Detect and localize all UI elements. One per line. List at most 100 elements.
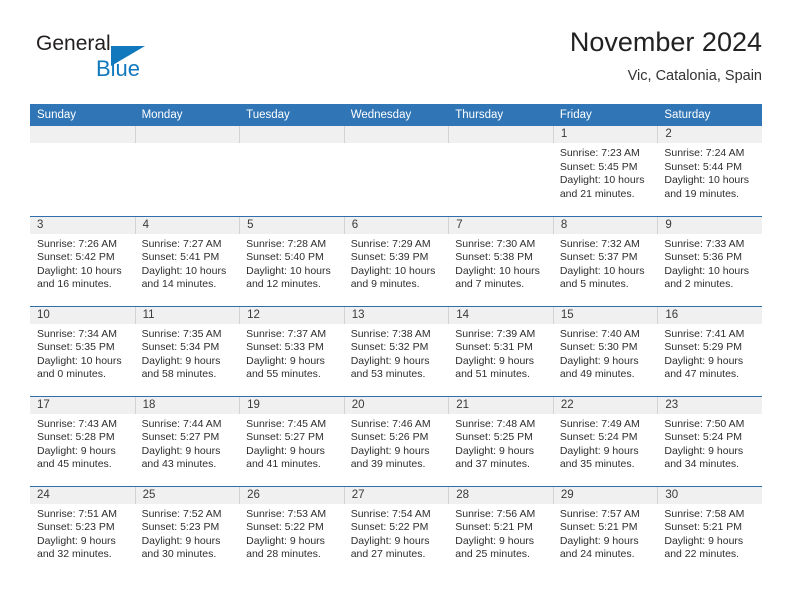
calendar-day-cell[interactable]: 4 Sunrise: 7:27 AM Sunset: 5:41 PM Daylight…: [134, 215, 240, 306]
calendar-day-cell[interactable]: 24 Sunrise: 7:51 AM Sunset: 5:23 PM Dayligh…: [30, 485, 135, 576]
title-block: November 2024 Vic, Catalonia, Spain: [570, 26, 762, 87]
sunrise-text: Sunrise: 7:23 AM: [559, 147, 640, 159]
calendar-day-cell[interactable]: 23 Sunrise: 7:50 AM Sunset: 5:24 PM Dayligh…: [657, 395, 762, 486]
day-number: 15: [552, 306, 658, 324]
day-number: 26: [239, 486, 344, 504]
sunrise-text: Sunrise: 7:45 AM: [246, 417, 327, 430]
day-number: 2: [657, 126, 762, 143]
day-number: 17: [30, 396, 135, 414]
weekday-header-tuesday: Tuesday: [239, 104, 344, 126]
daylight-text-line1: Daylight: 9 hours: [559, 354, 639, 367]
calendar-header-row: Sunday Monday Tuesday Wednesday Thursday Frid…: [30, 104, 762, 126]
daylight-text-line1: Daylight: 10 hours: [246, 264, 331, 277]
day-number: 30: [657, 486, 762, 504]
sunset-text: Sunset: 5:38 PM: [455, 251, 533, 264]
daylight-text-line1: Daylight: 9 hours: [664, 354, 744, 367]
sunrise-text: Sunrise: 7:30 AM: [455, 237, 536, 250]
sunrise-text: Sunrise: 7:51 AM: [37, 507, 117, 520]
day-number: 11: [134, 306, 240, 324]
daylight-text-line1: Daylight: 9 hours: [664, 444, 744, 457]
sunrise-text: Sunrise: 7:33 AM: [664, 237, 745, 250]
calendar-day-cell[interactable]: 21 Sunrise: 7:48 AM Sunset: 5:25 PM Dayligh…: [448, 395, 553, 486]
sunrise-text: Sunrise: 7:39 AM: [455, 327, 536, 340]
day-number: 10: [30, 306, 135, 324]
sunset-text: Sunset: 5:44 PM: [664, 160, 743, 173]
calendar-day-cell[interactable]: 5 Sunrise: 7:28 AM Sunset: 5:40 PM Daylight…: [239, 215, 344, 306]
calendar-day-cell[interactable]: 2 Sunrise: 7:24 AM Sunset: 5:44 PM Daylight…: [657, 126, 762, 216]
sunset-text: Sunset: 5:30 PM: [559, 341, 638, 354]
day-sun-info: Sunrise: 7:44 AM Sunset: 5:27 PM Daylight:…: [135, 414, 240, 472]
calendar-day-cell[interactable]: 10 Sunrise: 7:34 AM Sunset: 5:35 PM Dayligh…: [30, 305, 135, 396]
brand-logo[interactable]: General Blue: [36, 32, 206, 90]
calendar-day-cell[interactable]: 26 Sunrise: 7:53 AM Sunset: 5:22 PM Dayligh…: [239, 485, 344, 576]
daylight-text-line2: and 24 minutes.: [559, 548, 635, 561]
day-number: 7: [448, 216, 553, 234]
calendar-day-cell[interactable]: 9 Sunrise: 7:33 AM Sunset: 5:36 PM Daylight…: [657, 215, 762, 306]
sunset-text: Sunset: 5:40 PM: [246, 251, 324, 264]
daylight-text-line2: and 55 minutes.: [246, 368, 321, 381]
calendar-day-cell[interactable]: 12 Sunrise: 7:37 AM Sunset: 5:33 PM Dayligh…: [239, 305, 344, 396]
daylight-text-line1: Daylight: 9 hours: [559, 534, 639, 547]
day-number: 16: [657, 306, 762, 324]
calendar-day-cell[interactable]: 6 Sunrise: 7:29 AM Sunset: 5:39 PM Daylight…: [343, 215, 449, 306]
calendar-day-cell[interactable]: 13 Sunrise: 7:38 AM Sunset: 5:32 PM Dayligh…: [343, 305, 449, 396]
sunrise-text: Sunrise: 7:27 AM: [141, 237, 222, 250]
daylight-text-line2: and 58 minutes.: [141, 368, 217, 381]
daylight-text-line1: Daylight: 9 hours: [37, 534, 116, 547]
daylight-text-line1: Daylight: 10 hours: [664, 174, 750, 187]
daylight-text-line2: and 2 minutes.: [664, 278, 734, 291]
calendar-day-cell[interactable]: 30 Sunrise: 7:58 AM Sunset: 5:21 PM Dayligh…: [657, 485, 762, 576]
day-number: 6: [343, 216, 449, 234]
day-number: 14: [448, 306, 553, 324]
day-sun-info: Sunrise: 7:30 AM Sunset: 5:38 PM Daylight:…: [448, 234, 553, 292]
calendar-day-cell[interactable]: 3 Sunrise: 7:26 AM Sunset: 5:42 PM Daylight…: [30, 215, 135, 306]
daylight-text-line1: Daylight: 9 hours: [350, 444, 430, 457]
day-sun-info: Sunrise: 7:58 AM Sunset: 5:21 PM Daylight:…: [657, 504, 762, 562]
day-sun-info: Sunrise: 7:32 AM Sunset: 5:37 PM Daylight:…: [553, 234, 658, 292]
calendar-day-cell[interactable]: 22 Sunrise: 7:49 AM Sunset: 5:24 PM Dayligh…: [552, 395, 658, 486]
sunset-text: Sunset: 5:21 PM: [559, 521, 638, 534]
sunrise-text: Sunrise: 7:35 AM: [141, 327, 222, 340]
daylight-text-line2: and 41 minutes.: [246, 458, 321, 471]
calendar-day-cell[interactable]: 14 Sunrise: 7:39 AM Sunset: 5:31 PM Dayligh…: [448, 305, 553, 396]
calendar-day-cell[interactable]: 18 Sunrise: 7:44 AM Sunset: 5:27 PM Dayligh…: [134, 395, 240, 486]
sunset-text: Sunset: 5:21 PM: [455, 521, 533, 534]
sunrise-text: Sunrise: 7:32 AM: [559, 237, 640, 250]
daylight-text-line2: and 30 minutes.: [141, 548, 217, 561]
calendar-day-cell[interactable]: 11 Sunrise: 7:35 AM Sunset: 5:34 PM Dayligh…: [134, 305, 240, 396]
sunrise-text: Sunrise: 7:37 AM: [246, 327, 327, 340]
sunset-text: Sunset: 5:23 PM: [141, 521, 220, 534]
sunset-text: Sunset: 5:22 PM: [350, 521, 429, 534]
daylight-text-line2: and 43 minutes.: [141, 458, 217, 471]
daylight-text-line1: Daylight: 10 hours: [141, 264, 227, 277]
calendar-day-cell[interactable]: 8 Sunrise: 7:32 AM Sunset: 5:37 PM Daylight…: [552, 215, 658, 306]
day-sun-info: Sunrise: 7:34 AM Sunset: 5:35 PM Daylight:…: [30, 324, 135, 382]
calendar-day-cell[interactable]: 15 Sunrise: 7:40 AM Sunset: 5:30 PM Dayligh…: [552, 305, 658, 396]
calendar-day-cell[interactable]: 25 Sunrise: 7:52 AM Sunset: 5:23 PM Dayligh…: [134, 485, 240, 576]
day-number: 13: [343, 306, 449, 324]
calendar-day-cell[interactable]: 1 Sunrise: 7:23 AM Sunset: 5:45 PM Daylight…: [552, 126, 658, 216]
calendar-day-cell[interactable]: 27 Sunrise: 7:54 AM Sunset: 5:22 PM Dayligh…: [343, 485, 449, 576]
day-sun-info: Sunrise: 7:56 AM Sunset: 5:21 PM Daylight:…: [448, 504, 553, 562]
calendar-day-cell[interactable]: 7 Sunrise: 7:30 AM Sunset: 5:38 PM Daylight…: [448, 215, 553, 306]
calendar-day-cell[interactable]: 28 Sunrise: 7:56 AM Sunset: 5:21 PM Dayligh…: [448, 485, 553, 576]
day-number: 4: [134, 216, 240, 234]
calendar-day-cell-empty: [30, 126, 135, 216]
page-subtitle-location: Vic, Catalonia, Spain: [627, 68, 762, 84]
day-sun-info: Sunrise: 7:26 AM Sunset: 5:42 PM Daylight:…: [30, 234, 135, 292]
day-number: 20: [343, 396, 449, 414]
day-number: 9: [657, 216, 762, 234]
calendar-day-cell[interactable]: 16 Sunrise: 7:41 AM Sunset: 5:29 PM Dayligh…: [657, 305, 762, 396]
calendar-day-cell[interactable]: 20 Sunrise: 7:46 AM Sunset: 5:26 PM Dayligh…: [343, 395, 449, 486]
calendar-day-cell[interactable]: 19 Sunrise: 7:45 AM Sunset: 5:27 PM Dayligh…: [239, 395, 344, 486]
daylight-text-line1: Daylight: 9 hours: [455, 444, 535, 457]
daylight-text-line2: and 9 minutes.: [350, 278, 420, 291]
calendar-day-cell[interactable]: 17 Sunrise: 7:43 AM Sunset: 5:28 PM Dayligh…: [30, 395, 135, 486]
day-sun-info: Sunrise: 7:40 AM Sunset: 5:30 PM Daylight:…: [553, 324, 658, 382]
day-sun-info: Sunrise: 7:28 AM Sunset: 5:40 PM Daylight:…: [239, 234, 344, 292]
calendar-day-cell[interactable]: 29 Sunrise: 7:57 AM Sunset: 5:21 PM Dayligh…: [552, 485, 658, 576]
day-number: [30, 126, 135, 143]
calendar-table: Sunday Monday Tuesday Wednesday Thursday Frid…: [30, 104, 762, 576]
day-sun-info: Sunrise: 7:50 AM Sunset: 5:24 PM Daylight:…: [657, 414, 762, 472]
calendar-week-row: 1 Sunrise: 7:23 AM Sunset: 5:45 PM Daylight…: [30, 126, 762, 216]
